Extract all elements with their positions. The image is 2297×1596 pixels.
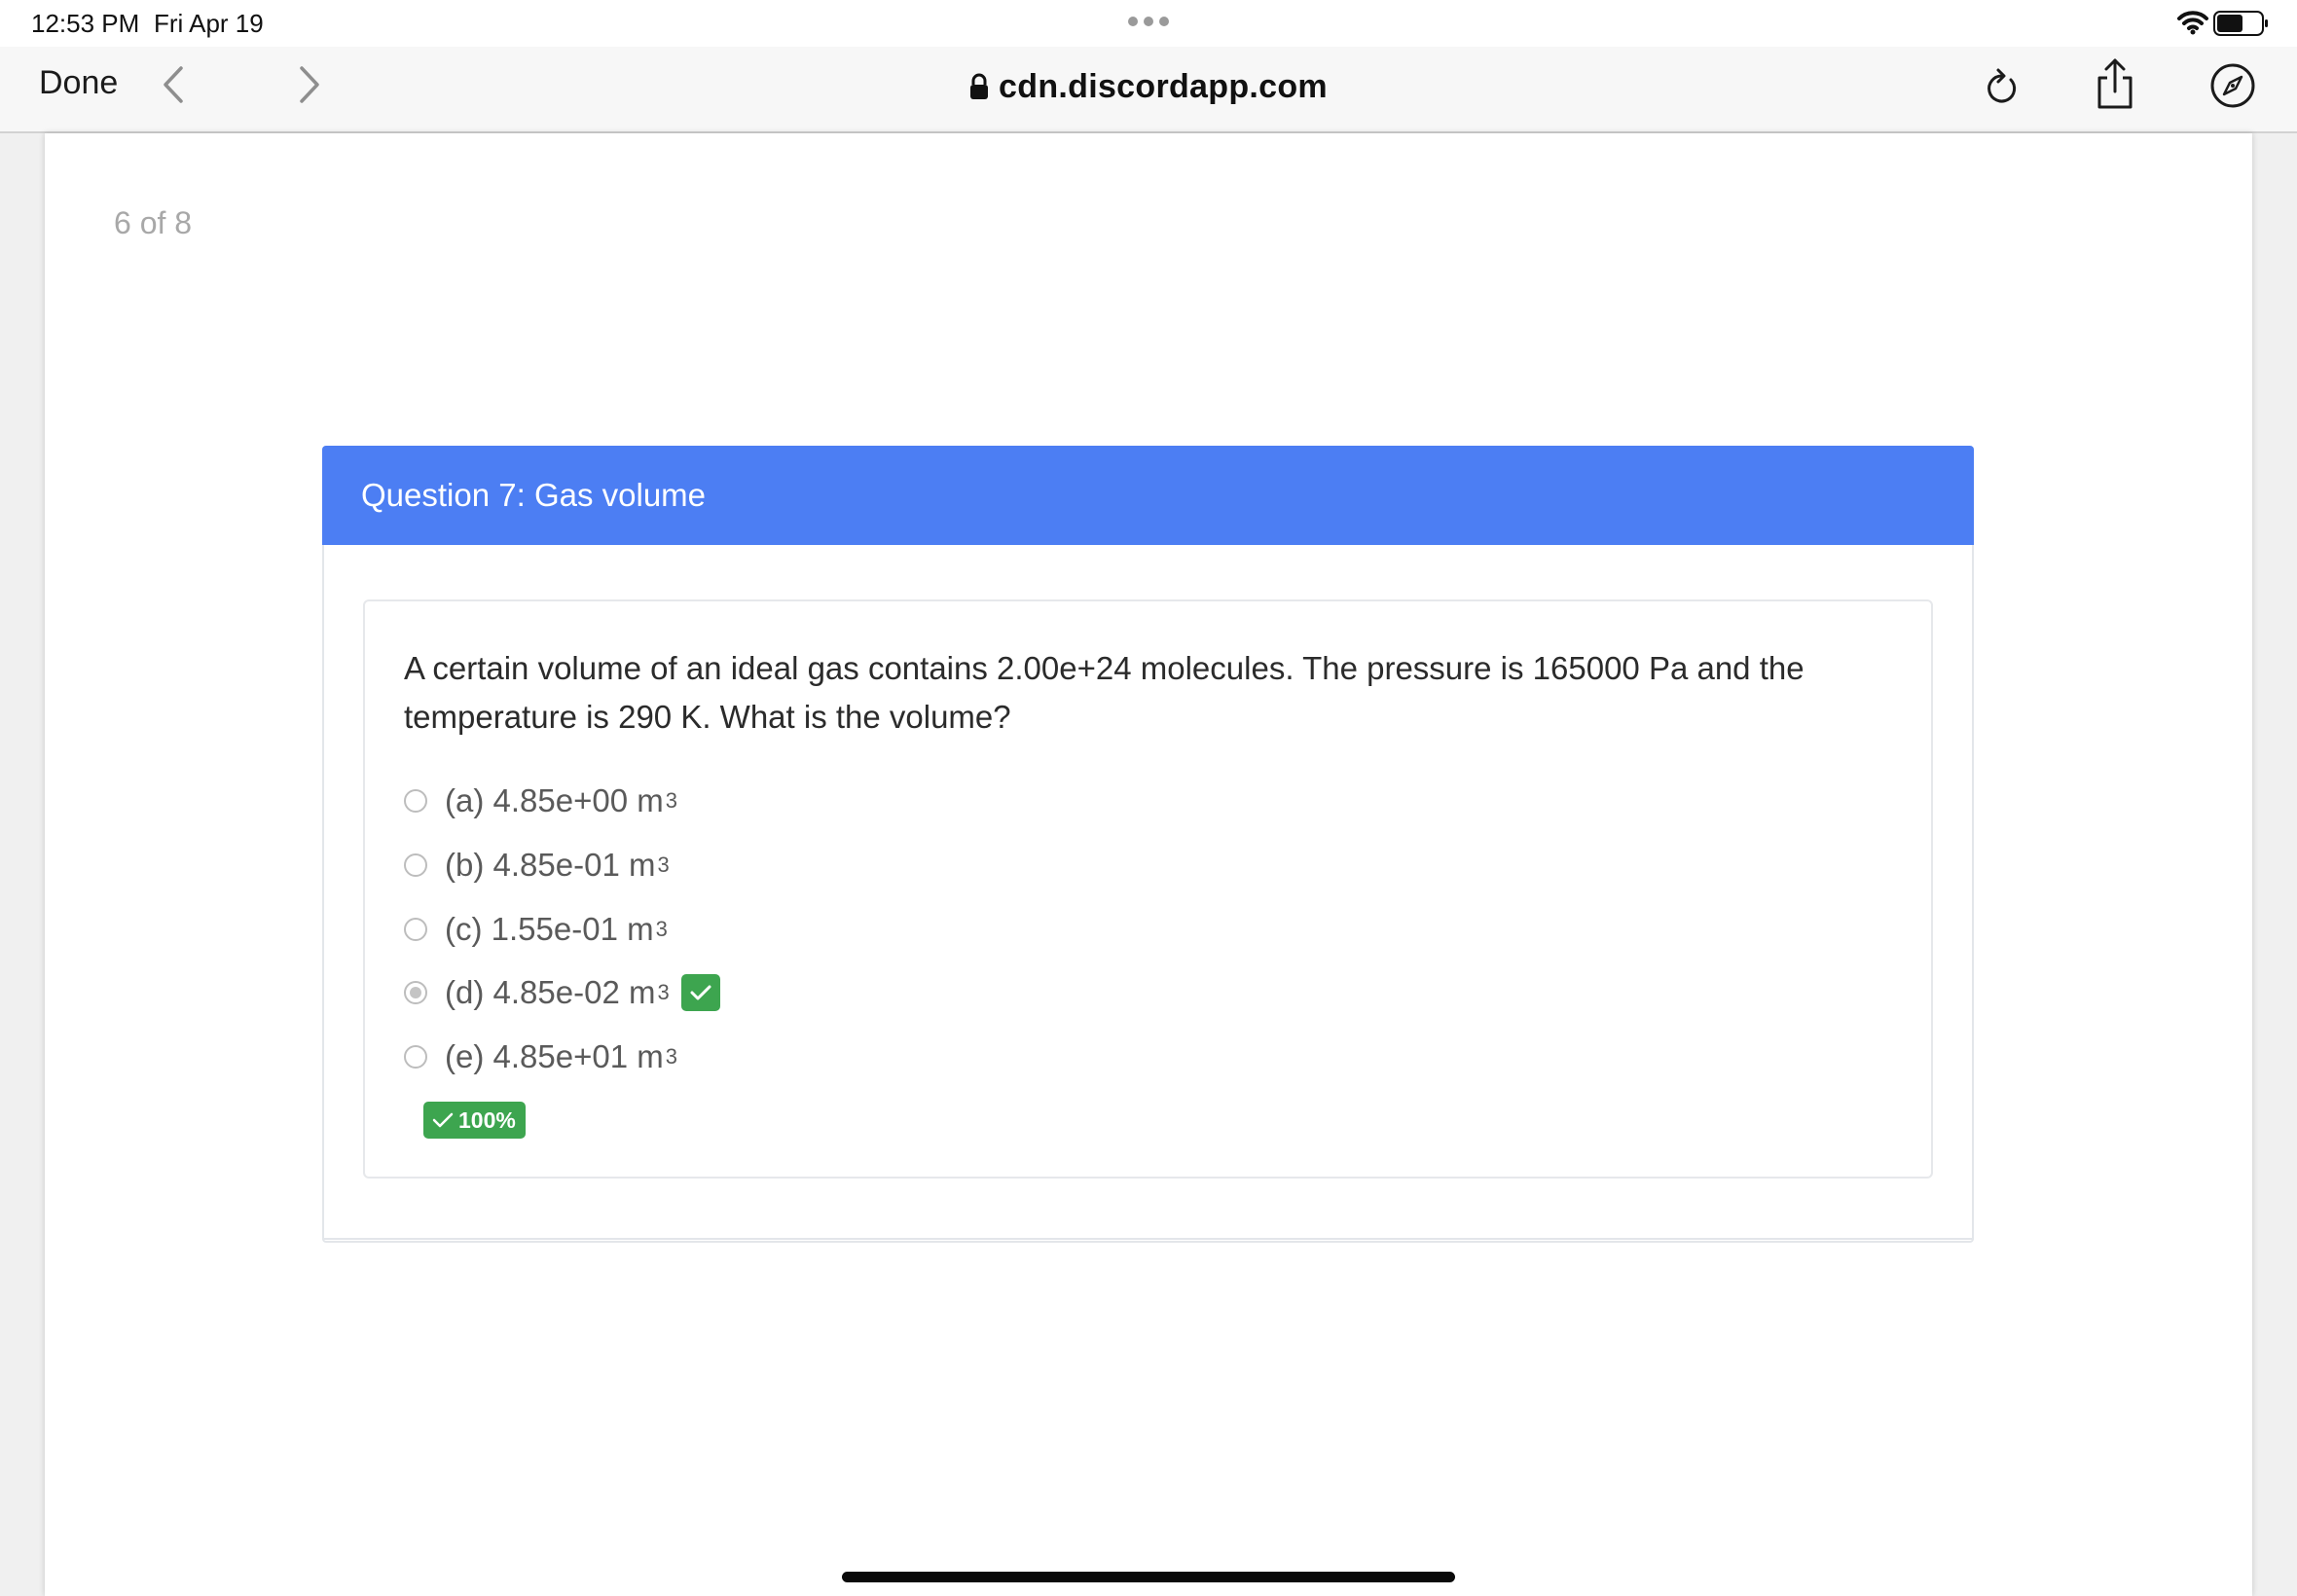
option-a-text: (a) 4.85e+00 m3	[445, 782, 677, 819]
option-a[interactable]: (a) 4.85e+00 m3	[404, 780, 677, 822]
option-e-value: 4.85e+01 m	[492, 1038, 664, 1074]
option-e-text: (e) 4.85e+01 m3	[445, 1038, 677, 1075]
option-a-label: (a)	[445, 782, 485, 818]
option-b-superscript: 3	[657, 852, 670, 877]
option-d[interactable]: (d) 4.85e-02 m3	[404, 971, 720, 1014]
share-icon[interactable]	[2093, 56, 2137, 111]
page-counter-text: 6 of 8	[114, 205, 193, 240]
battery-icon	[2213, 11, 2268, 36]
option-a-radio[interactable]	[404, 789, 427, 813]
option-c[interactable]: (c) 1.55e-01 m3	[404, 908, 668, 951]
home-indicator[interactable]	[842, 1572, 1455, 1582]
option-c-value: 1.55e-01 m	[491, 911, 654, 947]
option-a-value: 4.85e+00 m	[492, 782, 664, 818]
score-check-icon	[432, 1112, 454, 1128]
question-title: Question 7: Gas volume	[361, 477, 707, 513]
option-d-value: 4.85e-02 m	[492, 974, 656, 1010]
option-e-radio[interactable]	[404, 1045, 427, 1069]
multitasking-dots-icon[interactable]	[1128, 17, 1169, 26]
option-c-radio[interactable]	[404, 918, 427, 941]
question-card-header: Question 7: Gas volume	[322, 446, 1974, 545]
url-text: cdn.discordapp.com	[999, 67, 1328, 105]
status-time: 12:53 PM	[31, 9, 140, 38]
option-d-text: (d) 4.85e-02 m3	[445, 974, 670, 1011]
option-b-label: (b)	[445, 847, 485, 883]
address-bar[interactable]: cdn.discordapp.com	[0, 62, 2297, 111]
document-page: 6 of 8 Question 7: Gas volume A certain …	[45, 133, 2252, 1596]
lock-icon	[970, 73, 989, 99]
option-d-radio[interactable]	[404, 981, 427, 1004]
option-e-superscript: 3	[665, 1044, 677, 1069]
option-d-label: (d)	[445, 974, 485, 1010]
question-text: A certain volume of an ideal gas contain…	[404, 650, 1805, 735]
wifi-icon	[2177, 11, 2208, 35]
option-d-superscript: 3	[657, 980, 670, 1004]
browser-toolbar: Done cdn.discordapp.com	[0, 47, 2297, 133]
correct-check-icon	[680, 974, 720, 1011]
document-viewer[interactable]: 6 of 8 Question 7: Gas volume A certain …	[0, 133, 2297, 1596]
reload-icon[interactable]	[1982, 64, 2023, 109]
card-footer-divider	[322, 1238, 1974, 1240]
option-a-superscript: 3	[665, 788, 677, 813]
score-badge: 100%	[423, 1102, 526, 1139]
page-counter: 6 of 8	[82, 172, 247, 254]
compass-icon[interactable]	[2209, 62, 2256, 109]
option-b[interactable]: (b) 4.85e-01 m3	[404, 844, 670, 887]
option-c-label: (c)	[445, 911, 483, 947]
option-e-label: (e)	[445, 1038, 485, 1074]
option-b-text: (b) 4.85e-01 m3	[445, 847, 670, 884]
option-b-radio[interactable]	[404, 853, 427, 877]
status-bar: 12:53 PM Fri Apr 19	[0, 0, 2297, 47]
score-text: 100%	[458, 1106, 516, 1133]
option-c-text: (c) 1.55e-01 m3	[445, 911, 668, 948]
option-c-superscript: 3	[655, 917, 668, 941]
question-body: A certain volume of an ideal gas contain…	[363, 599, 1933, 1179]
question-card: Question 7: Gas volume A certain volume …	[322, 446, 1974, 1243]
status-date: Fri Apr 19	[154, 9, 264, 38]
option-e[interactable]: (e) 4.85e+01 m3	[404, 1035, 677, 1078]
option-b-value: 4.85e-01 m	[492, 847, 656, 883]
